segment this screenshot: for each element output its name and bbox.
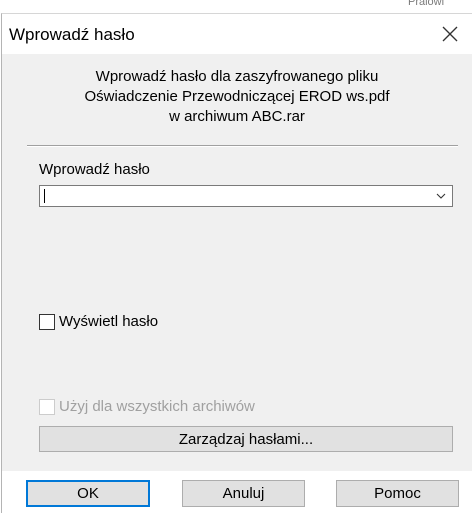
use-for-all-row: Użyj dla wszystkich archiwów [39, 398, 255, 415]
cancel-button[interactable]: Anuluj [182, 480, 305, 507]
password-label: Wprowadź hasło [39, 161, 150, 178]
close-icon [442, 26, 458, 42]
show-password-checkbox[interactable] [39, 313, 55, 330]
screen: Praiowi Wprowadź hasło Wprowadź hasło dl… [0, 0, 472, 513]
dialog-body: Wprowadź hasło dla zaszyfrowanego pliku … [2, 54, 472, 471]
manage-passwords-button[interactable]: Zarządzaj hasłami... [39, 426, 453, 452]
password-dropdown-button[interactable] [432, 186, 450, 206]
help-button[interactable]: Pomoc [336, 480, 459, 507]
chevron-down-icon [436, 193, 446, 199]
text-caret [44, 189, 45, 203]
password-input[interactable] [40, 186, 438, 206]
button-bar: OK Anuluj Pomoc [2, 471, 472, 513]
ok-button[interactable]: OK [26, 480, 150, 507]
close-button[interactable] [433, 18, 467, 50]
encrypted-file-message: Wprowadź hasło dla zaszyfrowanego pliku … [2, 67, 472, 127]
message-line-2: Oświadczenie Przewodniczącej EROD ws.pdf [84, 88, 390, 105]
dialog-title: Wprowadź hasło [9, 25, 135, 44]
use-for-all-checkbox [39, 398, 55, 415]
background-window-text: Praiowi [408, 0, 445, 8]
use-for-all-label: Użyj dla wszystkich archiwów [59, 398, 255, 415]
password-dialog: Wprowadź hasło Wprowadź hasło dla zaszyf… [1, 13, 472, 513]
show-password-row[interactable]: Wyświetl hasło [39, 313, 158, 330]
message-line-1: Wprowadź hasło dla zaszyfrowanego pliku [95, 68, 379, 85]
password-combobox[interactable] [39, 185, 453, 207]
separator [27, 145, 458, 147]
show-password-label: Wyświetl hasło [59, 313, 159, 330]
title-bar[interactable]: Wprowadź hasło [2, 14, 472, 54]
message-line-3: w archiwum ABC.rar [169, 108, 305, 125]
